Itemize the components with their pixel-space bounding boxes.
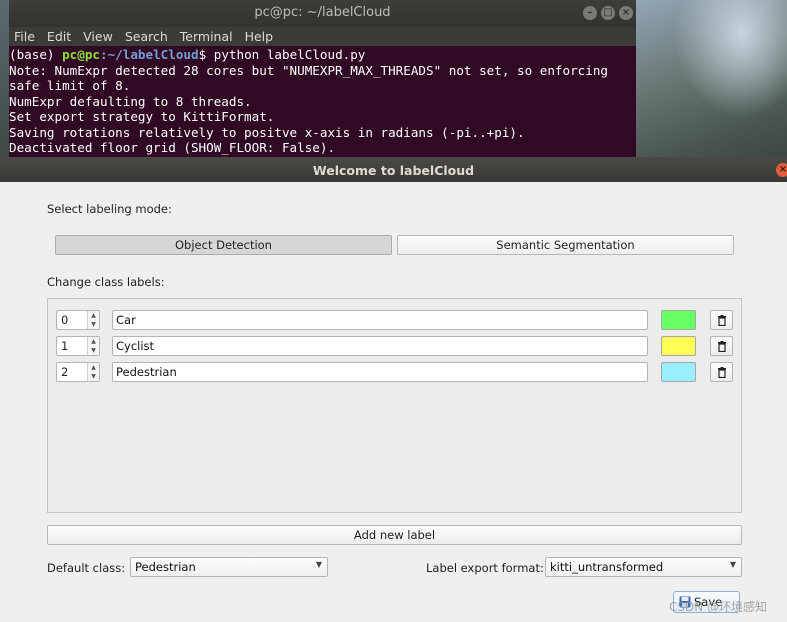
class-name-input[interactable]: Car: [112, 310, 648, 330]
labeling-mode-label: Select labeling mode:: [47, 202, 172, 216]
delete-class-button[interactable]: [710, 362, 733, 382]
trash-icon: [717, 340, 726, 352]
arrow-down-icon[interactable]: ▼: [88, 346, 99, 355]
menu-view[interactable]: View: [82, 29, 114, 44]
object-detection-button[interactable]: Object Detection: [55, 235, 392, 255]
arrow-down-icon[interactable]: ▼: [88, 320, 99, 329]
terminal-titlebar[interactable]: pc@pc: ~/labelCloud – □ ×: [9, 0, 636, 27]
delete-class-button[interactable]: [710, 310, 733, 330]
class-labels-list: 0 ▲ ▼ Car 1 ▲ ▼ Cyclist 2 ▲ ▼ Pedestrian: [47, 298, 742, 513]
desktop-background: [636, 0, 787, 165]
menu-help[interactable]: Help: [244, 29, 275, 44]
welcome-dialog: Welcome to labelCloud × Select labeling …: [0, 157, 787, 622]
add-label-button[interactable]: Add new label: [47, 525, 742, 545]
export-format-label: Label export format:: [426, 561, 544, 575]
dialog-titlebar[interactable]: Welcome to labelCloud ×: [0, 157, 787, 182]
dialog-close-icon[interactable]: ×: [776, 163, 787, 177]
class-name-input[interactable]: Cyclist: [112, 336, 648, 356]
spin-arrows[interactable]: ▲ ▼: [87, 337, 99, 355]
terminal-line: Saving rotations relatively to positve x…: [9, 124, 525, 140]
terminal-prompt-line: (base) pc@pc:~/labelCloud$ python labelC…: [9, 47, 636, 63]
terminal-line: Deactivated floor grid (SHOW_FLOOR: Fals…: [9, 140, 336, 155]
class-name-input[interactable]: Pedestrian: [112, 362, 648, 382]
spin-arrows[interactable]: ▲ ▼: [87, 311, 99, 329]
class-labels-label: Change class labels:: [47, 275, 165, 289]
arrow-up-icon[interactable]: ▲: [88, 311, 99, 320]
arrow-up-icon[interactable]: ▲: [88, 363, 99, 372]
spin-arrows[interactable]: ▲ ▼: [87, 363, 99, 381]
default-class-value: Pedestrian: [135, 560, 196, 574]
class-id-spinbox[interactable]: 0 ▲ ▼: [56, 310, 100, 330]
prompt-symbol: $: [198, 47, 214, 62]
watermark: CSDN @环境感知: [669, 600, 768, 614]
export-format-value: kitti_untransformed: [550, 560, 664, 574]
default-class-select[interactable]: Pedestrian ▼: [130, 557, 328, 577]
terminal-line: Note: NumExpr detected 28 cores but "NUM…: [9, 62, 608, 78]
class-name-value: Pedestrian: [116, 365, 177, 379]
prompt-path: :~/labelCloud: [100, 47, 199, 62]
close-icon[interactable]: ×: [619, 6, 633, 20]
dialog-title: Welcome to labelCloud: [312, 163, 475, 178]
terminal-menubar: File Edit View Search Terminal Help: [9, 27, 636, 46]
trash-icon: [717, 314, 726, 326]
prompt-command: python labelCloud.py: [213, 47, 366, 62]
class-color-button[interactable]: [661, 362, 696, 382]
class-name-value: Cyclist: [116, 339, 155, 353]
chevron-down-icon: ▼: [729, 560, 736, 569]
window-controls: – □ ×: [583, 6, 633, 20]
minimize-icon[interactable]: –: [583, 6, 597, 20]
class-id-value: 1: [61, 339, 69, 353]
terminal-window: pc@pc: ~/labelCloud – □ × File Edit View…: [9, 0, 636, 165]
desktop-background-strip: [0, 0, 9, 165]
class-id-spinbox[interactable]: 2 ▲ ▼: [56, 362, 100, 382]
class-row: 0 ▲ ▼ Car: [56, 310, 736, 330]
menu-search[interactable]: Search: [124, 29, 169, 44]
class-id-value: 0: [61, 313, 69, 327]
arrow-down-icon[interactable]: ▼: [88, 372, 99, 381]
maximize-icon[interactable]: □: [601, 6, 615, 20]
menu-file[interactable]: File: [13, 29, 36, 44]
terminal-title: pc@pc: ~/labelCloud: [254, 5, 391, 20]
prompt-env: (base): [9, 47, 63, 62]
chevron-down-icon: ▼: [315, 560, 322, 569]
terminal-line: Set export strategy to KittiFormat.: [9, 109, 275, 124]
class-id-value: 2: [61, 365, 69, 379]
class-row: 1 ▲ ▼ Cyclist: [56, 336, 736, 356]
arrow-up-icon[interactable]: ▲: [88, 337, 99, 346]
delete-class-button[interactable]: [710, 336, 733, 356]
semantic-segmentation-button[interactable]: Semantic Segmentation: [397, 235, 734, 255]
terminal-line: safe limit of 8.: [9, 78, 131, 93]
prompt-user-host: pc@pc: [62, 47, 100, 62]
class-row: 2 ▲ ▼ Pedestrian: [56, 362, 736, 382]
menu-edit[interactable]: Edit: [46, 29, 72, 44]
terminal-output[interactable]: (base) pc@pc:~/labelCloud$ python labelC…: [9, 46, 636, 156]
class-color-button[interactable]: [661, 336, 696, 356]
class-color-button[interactable]: [661, 310, 696, 330]
class-name-value: Car: [116, 313, 136, 327]
default-class-label: Default class:: [47, 561, 126, 575]
menu-terminal[interactable]: Terminal: [179, 29, 234, 44]
trash-icon: [717, 366, 726, 378]
terminal-line: NumExpr defaulting to 8 threads.: [9, 93, 252, 109]
class-id-spinbox[interactable]: 1 ▲ ▼: [56, 336, 100, 356]
export-format-select[interactable]: kitti_untransformed ▼: [545, 557, 742, 577]
